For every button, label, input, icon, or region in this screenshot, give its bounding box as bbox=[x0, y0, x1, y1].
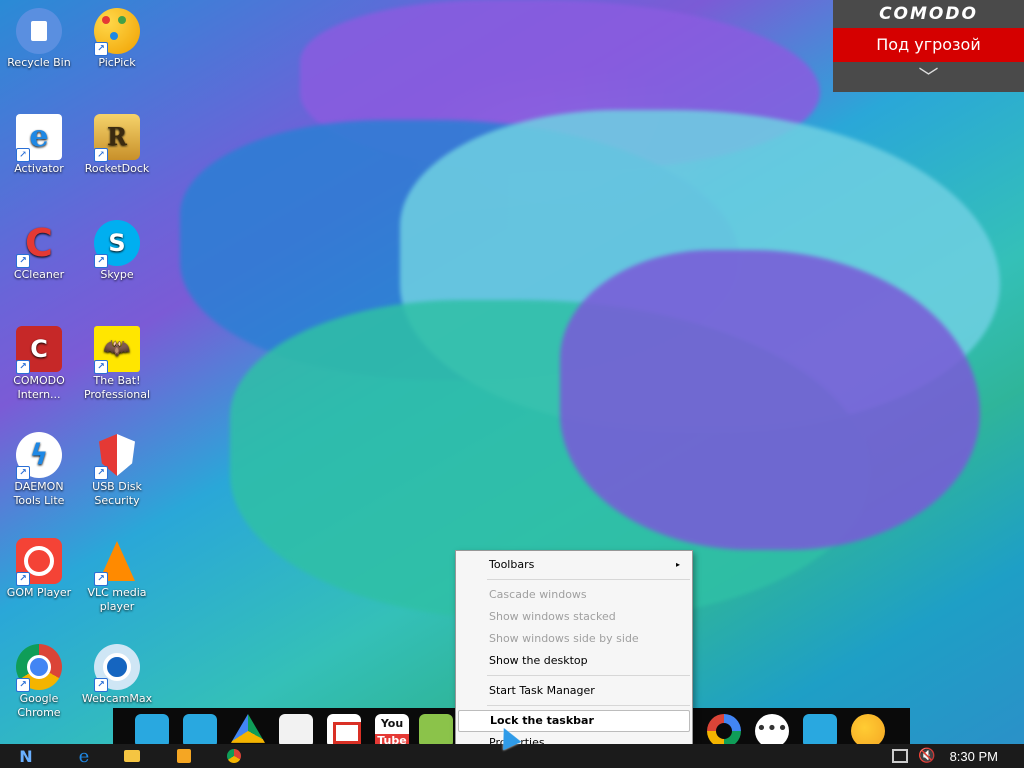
taskbar-clock[interactable]: 8:30 PM bbox=[950, 749, 998, 764]
comodo-brand: COMODO bbox=[879, 4, 978, 24]
play-store-icon[interactable] bbox=[279, 714, 313, 748]
menu-item-label: Show the desktop bbox=[489, 654, 588, 667]
menu-item-start-task-manager[interactable]: Start Task Manager bbox=[458, 680, 690, 702]
desktop-icon-the-bat[interactable]: 🦇 ↗ The Bat! Professional bbox=[78, 326, 156, 402]
shortcut-arrow-icon: ↗ bbox=[94, 360, 108, 374]
menu-separator bbox=[487, 705, 690, 706]
desktop-icon-label: COMODO Intern... bbox=[13, 374, 65, 401]
daemon-tools-icon: ϟ ↗ bbox=[16, 432, 62, 480]
folder-icon[interactable] bbox=[183, 714, 217, 748]
comodo-icon: C ↗ bbox=[16, 326, 62, 374]
menu-item-label: Start Task Manager bbox=[489, 684, 595, 697]
menu-item-cascade-windows[interactable]: Cascade windows bbox=[458, 584, 690, 606]
shortcut-arrow-icon: ↗ bbox=[94, 254, 108, 268]
ellipsis-icon[interactable]: ••• bbox=[755, 714, 789, 748]
desktop-icon-rocketdock[interactable]: R ↗ RocketDock bbox=[78, 114, 156, 176]
vine-icon[interactable] bbox=[419, 714, 453, 748]
desktop-icon-label: CCleaner bbox=[13, 268, 65, 281]
desktop-icon-activator[interactable]: e ↗ Activator bbox=[0, 114, 78, 176]
shortcut-arrow-icon: ↗ bbox=[94, 572, 108, 586]
submenu-arrow-icon: ▸ bbox=[675, 560, 680, 569]
menu-item-label: Lock the taskbar bbox=[490, 714, 594, 727]
menu-item-label: Cascade windows bbox=[489, 588, 587, 601]
desktop-icon-label: Google Chrome bbox=[17, 692, 61, 719]
desktop-icon-chrome[interactable]: ↗ Google Chrome bbox=[0, 644, 78, 720]
weather-icon[interactable] bbox=[851, 714, 885, 748]
desktop-icon-label: Skype bbox=[100, 268, 134, 281]
desktop-icon-comodo[interactable]: C ↗ COMODO Intern... bbox=[0, 326, 78, 402]
usb-disk-security-icon: ↗ bbox=[94, 432, 140, 480]
gom-player-icon: ↗ bbox=[16, 538, 62, 586]
desktop-icon-usb-disk-security[interactable]: ↗ USB Disk Security bbox=[78, 432, 156, 508]
desktop-icon-skype[interactable]: S ↗ Skype bbox=[78, 220, 156, 282]
desktop-icon-ccleaner[interactable]: C ↗ CCleaner bbox=[0, 220, 78, 282]
menu-separator bbox=[487, 675, 690, 676]
chrome-icon[interactable] bbox=[222, 746, 246, 766]
system-tray: 🔇 8:30 PM bbox=[892, 744, 1024, 768]
skype-icon: S ↗ bbox=[94, 220, 140, 268]
desktop-icon-label: PicPick bbox=[98, 56, 136, 69]
desktop-icon-picpick[interactable]: ↗ PicPick bbox=[78, 8, 156, 70]
vlc-icon: ↗ bbox=[94, 538, 140, 586]
desktop-icon-daemon-tools[interactable]: ϟ ↗ DAEMON Tools Lite bbox=[0, 432, 78, 508]
desktop-icon-webcammax[interactable]: ↗ WebcamMax bbox=[78, 644, 156, 706]
desktop-icon-label: DAEMON Tools Lite bbox=[13, 480, 65, 507]
desktop-icon-label: WebcamMax bbox=[81, 692, 153, 705]
shortcut-arrow-icon: ↗ bbox=[94, 678, 108, 692]
folder-android-icon[interactable] bbox=[135, 714, 169, 748]
file-explorer-icon[interactable] bbox=[120, 746, 144, 766]
desktop-icon-label: VLC media player bbox=[87, 586, 147, 613]
shortcut-arrow-icon: ↗ bbox=[16, 572, 30, 586]
folder-icon[interactable] bbox=[803, 714, 837, 748]
menu-separator bbox=[487, 579, 690, 580]
gmail-icon[interactable] bbox=[327, 714, 361, 748]
desktop-icon-gom-player[interactable]: ↗ GOM Player bbox=[0, 538, 78, 600]
webcammax-icon: ↗ bbox=[94, 644, 140, 692]
desktop-icon-label: The Bat! Professional bbox=[83, 374, 151, 401]
google-drive-icon[interactable] bbox=[231, 714, 265, 743]
shortcut-arrow-icon: ↗ bbox=[94, 148, 108, 162]
menu-item-show-the-desktop[interactable]: Show the desktop bbox=[458, 650, 690, 672]
taskbar: N e 🔇 8:30 PM bbox=[0, 744, 1024, 768]
chevron-down-icon[interactable]: ﹀ bbox=[833, 62, 1024, 92]
chrome-icon: ↗ bbox=[16, 644, 62, 692]
start-n-icon[interactable]: N bbox=[14, 746, 38, 766]
internet-explorer-icon[interactable]: e bbox=[72, 746, 96, 767]
internet-explorer-icon: e ↗ bbox=[16, 114, 62, 162]
menu-item-label: Show windows side by side bbox=[489, 632, 639, 645]
menu-item-toolbars[interactable]: Toolbars ▸ bbox=[458, 554, 690, 576]
the-bat-icon: 🦇 ↗ bbox=[94, 326, 140, 374]
recycle-bin-icon bbox=[16, 8, 62, 54]
menu-item-label: Toolbars bbox=[489, 558, 535, 571]
network-icon[interactable] bbox=[892, 749, 909, 763]
shortcut-arrow-icon: ↗ bbox=[16, 254, 30, 268]
desktop-icon-label: RocketDock bbox=[84, 162, 150, 175]
menu-item-lock-the-taskbar[interactable]: Lock the taskbar bbox=[458, 710, 690, 732]
shortcut-arrow-icon: ↗ bbox=[94, 466, 108, 480]
rocketdock-icon: R ↗ bbox=[94, 114, 140, 162]
menu-item-label: Show windows stacked bbox=[489, 610, 616, 623]
shortcut-arrow-icon: ↗ bbox=[94, 42, 108, 56]
comodo-status-banner[interactable]: Под угрозой bbox=[833, 28, 1024, 62]
comodo-status-widget[interactable]: COMODO Под угрозой ﹀ bbox=[833, 0, 1024, 92]
desktop-icon-label: GOM Player bbox=[6, 586, 72, 599]
picasa-icon[interactable] bbox=[707, 714, 741, 748]
taskbar-context-menu: Toolbars ▸ Cascade windows Show windows … bbox=[455, 550, 693, 758]
media-player-icon[interactable] bbox=[172, 746, 196, 766]
volume-muted-icon[interactable]: 🔇 bbox=[918, 748, 935, 764]
ccleaner-icon: C ↗ bbox=[16, 220, 62, 268]
menu-item-show-windows-stacked[interactable]: Show windows stacked bbox=[458, 606, 690, 628]
desktop-icon-label: USB Disk Security bbox=[92, 480, 142, 507]
desktop-icon-label: Activator bbox=[14, 162, 64, 175]
youtube-icon[interactable]: You Tube bbox=[375, 714, 409, 748]
desktop-icon-recycle-bin[interactable]: Recycle Bin bbox=[0, 8, 78, 70]
shortcut-arrow-icon: ↗ bbox=[16, 466, 30, 480]
menu-item-show-windows-side-by-side[interactable]: Show windows side by side bbox=[458, 628, 690, 650]
shortcut-arrow-icon: ↗ bbox=[16, 678, 30, 692]
desktop-icon-label: Recycle Bin bbox=[7, 56, 71, 69]
desktop-icon-vlc[interactable]: ↗ VLC media player bbox=[78, 538, 156, 614]
shortcut-arrow-icon: ↗ bbox=[16, 360, 30, 374]
shortcut-arrow-icon: ↗ bbox=[16, 148, 30, 162]
picpick-icon: ↗ bbox=[94, 8, 140, 56]
